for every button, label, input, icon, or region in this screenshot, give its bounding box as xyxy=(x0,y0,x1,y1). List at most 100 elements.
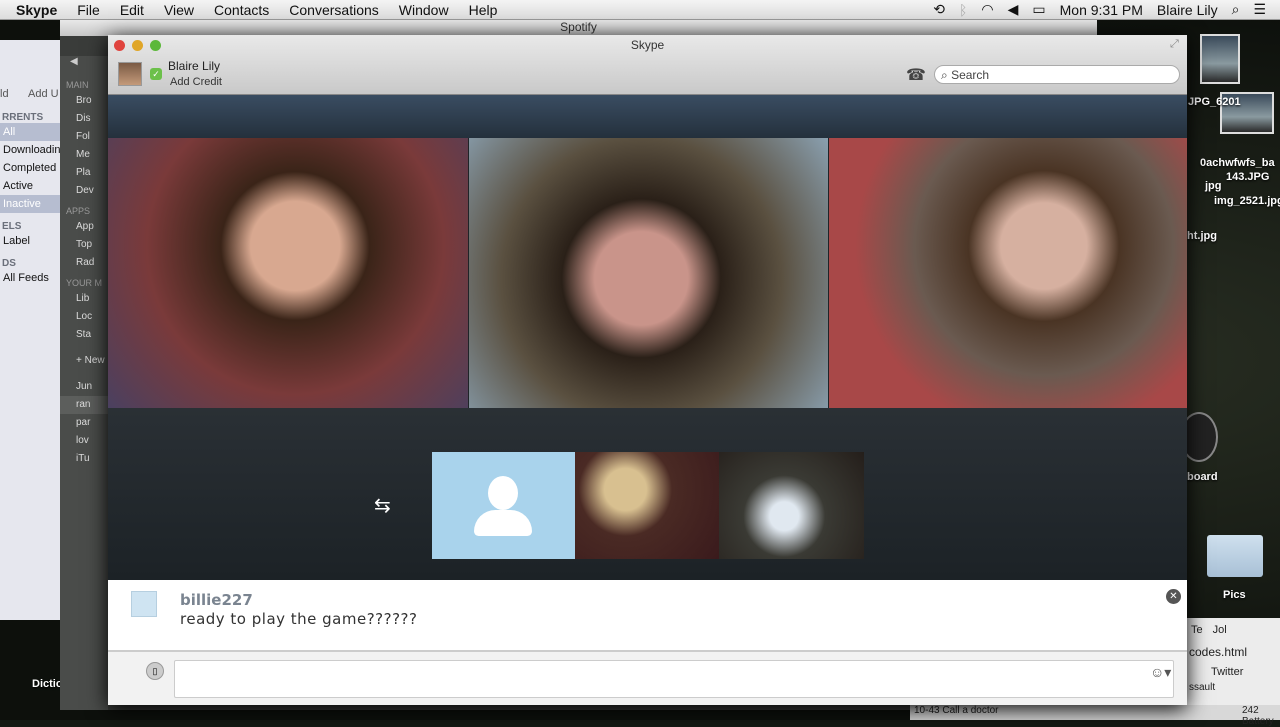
time-machine-icon[interactable]: ⟲ xyxy=(933,1,945,18)
filter-active[interactable]: Active xyxy=(0,177,62,195)
skype-window: Skype ⤢ ✓ Blaire Lily Add Credit ☎ ⌕ Sea… xyxy=(108,35,1187,705)
emoticon-icon[interactable]: ☺▾ xyxy=(1150,664,1171,681)
message-sender[interactable]: billie227 xyxy=(180,591,253,609)
folder-icon[interactable] xyxy=(1207,535,1263,577)
search-placeholder: Search xyxy=(951,68,990,82)
new-playlist-button[interactable]: + New xyxy=(60,352,108,370)
desktop-photo[interactable] xyxy=(1200,34,1240,84)
sidebar-item[interactable]: Bro xyxy=(60,92,108,110)
avatar[interactable] xyxy=(118,62,142,86)
sidebar-item[interactable]: Rad xyxy=(60,254,108,272)
message-text: ready to play the game?????? xyxy=(180,610,418,628)
menu-edit[interactable]: Edit xyxy=(110,2,154,18)
sidebar-item[interactable]: Pla xyxy=(60,164,108,182)
search-input[interactable]: ⌕ Search xyxy=(934,65,1180,84)
spotlight-icon[interactable]: ⌕ xyxy=(1232,1,1240,18)
bookmark-twitter[interactable]: Twitter xyxy=(1187,662,1280,682)
status-online-icon[interactable]: ✓ xyxy=(150,68,162,80)
filter-completed[interactable]: Completed xyxy=(0,159,62,177)
toolbar-add[interactable]: ld xyxy=(0,88,9,100)
menu-app[interactable]: Skype xyxy=(0,2,67,18)
playlist-item[interactable]: iTu xyxy=(60,450,108,468)
menu-file[interactable]: File xyxy=(67,2,110,18)
swap-icon[interactable]: ⇆ xyxy=(374,493,391,518)
sidebar-item[interactable]: Me xyxy=(60,146,108,164)
battery-icon[interactable]: ▭ xyxy=(1032,1,1045,18)
playlist-item[interactable]: par xyxy=(60,414,108,432)
desktop-file-label[interactable]: JPG_6201 xyxy=(1188,96,1241,108)
torrent-window: ld Add U RRENTS All Downloadin Completed… xyxy=(0,40,62,620)
toolbar-add-url[interactable]: Add U xyxy=(28,88,59,100)
filter-inactive[interactable]: Inactive xyxy=(0,195,62,213)
sidebar-item[interactable]: Dis xyxy=(60,110,108,128)
desktop-file-label[interactable]: 0achwfwfs_ba xyxy=(1200,157,1275,169)
playlist-item[interactable]: Jun xyxy=(60,378,108,396)
notification-list-icon[interactable]: ☰ xyxy=(1253,1,1266,18)
participant-thumbnail[interactable] xyxy=(719,452,864,559)
clock[interactable]: Mon 9:31 PM xyxy=(1060,2,1143,18)
section-title: DS xyxy=(2,258,16,269)
playlist-item[interactable]: ran xyxy=(60,396,108,414)
sidebar-item[interactable]: Loc xyxy=(60,308,108,326)
browser-tab[interactable]: Te xyxy=(1191,624,1203,636)
user-silhouette-icon xyxy=(488,476,518,510)
dashboard-label[interactable]: board xyxy=(1187,471,1218,483)
close-icon[interactable]: ✕ xyxy=(1166,589,1181,604)
text-item: 242 Battery xyxy=(1242,705,1274,727)
desktop-file-label[interactable]: ht.jpg xyxy=(1187,230,1217,242)
window-title: Spotify xyxy=(60,20,1097,36)
section-title: YOUR M xyxy=(66,278,102,288)
window-title: Skype xyxy=(630,38,665,52)
section-title: ELS xyxy=(2,221,22,232)
desktop-file-label[interactable]: 143.JPG xyxy=(1226,171,1269,183)
menu-window[interactable]: Window xyxy=(389,2,459,18)
video-feed[interactable] xyxy=(829,138,1187,408)
menu-contacts[interactable]: Contacts xyxy=(204,2,279,18)
participant-thumbnail[interactable] xyxy=(575,452,719,559)
spotify-sidebar: ◀ MAIN Bro Dis Fol Me Pla Dev APPS App T… xyxy=(60,56,108,710)
zoom-button[interactable] xyxy=(150,40,161,51)
browser-tab[interactable]: Jol xyxy=(1213,624,1227,636)
back-icon[interactable]: ◀ xyxy=(60,56,108,74)
dictionary-label[interactable]: Dictio xyxy=(32,678,63,690)
filter-all-feeds[interactable]: All Feeds xyxy=(0,269,62,287)
bluetooth-icon[interactable]: ᛒ xyxy=(959,2,967,18)
wifi-icon[interactable]: ◠ xyxy=(981,1,993,18)
sidebar-item[interactable]: Top xyxy=(60,236,108,254)
playlist-item[interactable]: lov xyxy=(60,432,108,450)
skype-titlebar: Skype ⤢ ✓ Blaire Lily Add Credit ☎ ⌕ Sea… xyxy=(108,35,1187,95)
section-title: RRENTS xyxy=(2,112,44,123)
desktop-file-label[interactable]: jpg xyxy=(1205,180,1222,192)
section-title: APPS xyxy=(66,206,91,216)
participant-thumbnail-no-video[interactable] xyxy=(432,452,575,559)
profile-name[interactable]: Blaire Lily xyxy=(168,59,220,73)
sidebar-item[interactable]: Dev xyxy=(60,182,108,200)
minimize-button[interactable] xyxy=(132,40,143,51)
desktop-file-label[interactable]: img_2521.jpg xyxy=(1214,195,1280,207)
video-feed[interactable] xyxy=(108,138,468,408)
sidebar-item[interactable]: Sta xyxy=(60,326,108,344)
browser-file[interactable]: codes.html xyxy=(1187,642,1280,662)
mobile-icon[interactable]: ▯ xyxy=(146,662,164,680)
section-title: MAIN xyxy=(66,80,89,90)
close-button[interactable] xyxy=(114,40,125,51)
user-menu[interactable]: Blaire Lily xyxy=(1157,2,1218,18)
add-credit-link[interactable]: Add Credit xyxy=(170,76,222,88)
folder-label[interactable]: Pics xyxy=(1223,589,1246,601)
filter-label[interactable]: Label xyxy=(0,232,62,250)
sidebar-item[interactable]: App xyxy=(60,218,108,236)
menu-view[interactable]: View xyxy=(154,2,204,18)
dial-pad-icon[interactable]: ☎ xyxy=(906,65,926,85)
sidebar-item[interactable]: Fol xyxy=(60,128,108,146)
chat-message-area: billie227 ready to play the game?????? ✕ xyxy=(108,580,1187,652)
fullscreen-icon[interactable]: ⤢ xyxy=(1170,38,1179,51)
volume-icon[interactable]: ◀ xyxy=(1008,1,1019,18)
message-input[interactable] xyxy=(174,660,1174,698)
filter-all[interactable]: All xyxy=(0,123,62,141)
sender-avatar[interactable] xyxy=(131,591,157,617)
video-feed[interactable] xyxy=(469,138,828,408)
menu-help[interactable]: Help xyxy=(459,2,508,18)
filter-downloading[interactable]: Downloadin xyxy=(0,141,62,159)
menu-conversations[interactable]: Conversations xyxy=(279,2,389,18)
sidebar-item[interactable]: Lib xyxy=(60,290,108,308)
